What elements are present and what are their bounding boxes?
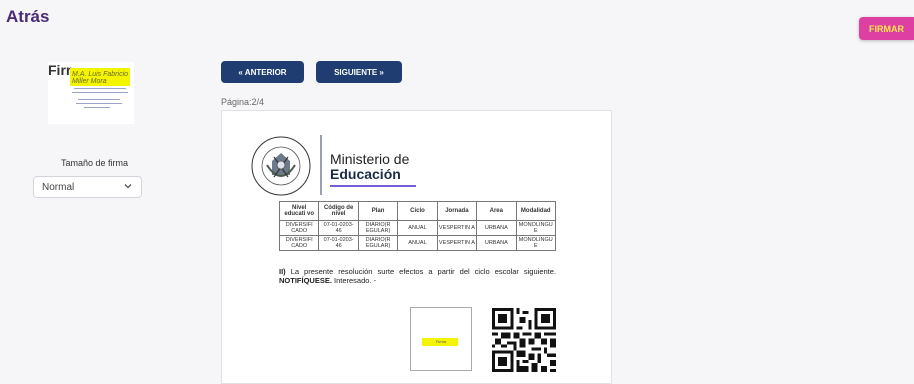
signature-size-select[interactable]: Normal <box>33 176 142 198</box>
document-preview: Ministerio de Educación Nivel educati vo… <box>221 110 612 384</box>
ministry-accent-line <box>330 185 416 187</box>
signature-box-label: Firma <box>435 339 447 344</box>
signature-handwriting: M.A. Luis Fabricio Miller Mora <box>72 71 129 85</box>
table-cell: 07-01-0203- 46 <box>318 220 359 236</box>
table-cell: ANUAL <box>397 235 438 251</box>
table-header: Nivel educati vo <box>278 201 320 221</box>
table-header: Modalidad <box>515 201 557 221</box>
sign-button[interactable]: FIRMAR <box>859 17 914 40</box>
chevron-down-icon <box>123 181 133 193</box>
table-header: Ciclo <box>397 201 438 221</box>
table-row: DIVERSIFI CADO 07-01-0203- 46 DIARIO(R E… <box>278 235 557 251</box>
table-cell: VESPERTIN A <box>436 220 478 236</box>
table-cell: VESPERTIN A <box>436 235 478 251</box>
resolution-paragraph: II) La presente resolución surte efectos… <box>279 267 556 285</box>
ministry-name-bold: Educación <box>330 166 401 182</box>
signature-preview-label: Firr <box>48 62 72 78</box>
table-cell: MONOLINGU E <box>515 220 557 236</box>
paragraph-emphasis: NOTIFÍQUESE. <box>279 276 332 285</box>
header-divider <box>320 135 322 195</box>
ministry-name: Ministerio de <box>330 151 410 167</box>
signature-detail-line <box>74 88 126 89</box>
signature-detail-line <box>78 99 120 100</box>
table-header: Area <box>476 201 517 221</box>
table-header: Jornada <box>436 201 478 221</box>
signature-detail-line <box>76 103 122 104</box>
qr-code <box>492 308 556 372</box>
signature-detail-line <box>84 107 110 108</box>
table-cell: DIARIO(R EGULAR) <box>357 235 399 251</box>
signature-detail-line <box>72 92 128 93</box>
table-cell: 07-01-0203- 46 <box>318 235 359 251</box>
next-page-button[interactable]: SIGUIENTE » <box>316 61 402 83</box>
table-cell: URBANA <box>476 220 517 236</box>
table-header: Código de nivel <box>318 201 359 221</box>
signature-size-value: Normal <box>42 181 75 193</box>
table-row: DIVERSIFI CADO 07-01-0203- 46 DIARIO(R E… <box>278 220 557 236</box>
table-cell: ANUAL <box>397 220 438 236</box>
table-header: Plan <box>357 201 399 221</box>
table-header-row: Nivel educati vo Código de nivel Plan Ci… <box>278 201 557 221</box>
document-table: Nivel educati vo Código de nivel Plan Ci… <box>278 201 557 251</box>
table-cell: DIVERSIFI CADO <box>278 235 320 251</box>
back-link[interactable]: Atrás <box>6 7 49 27</box>
signature-preview: Firr M.A. Luis Fabricio Miller Mora <box>48 62 134 124</box>
table-cell: DIARIO(R EGULAR) <box>357 220 399 236</box>
page-indicator: Página:2/4 <box>221 97 265 107</box>
signature-size-label: Tamaño de firma <box>61 158 129 168</box>
paragraph-suffix: Interesado. - <box>331 276 377 285</box>
previous-page-button[interactable]: « ANTERIOR <box>221 61 304 83</box>
signature-placement-box[interactable]: Firma <box>410 307 472 371</box>
table-cell: URBANA <box>476 235 517 251</box>
coat-of-arms-seal <box>251 136 311 196</box>
table-cell: DIVERSIFI CADO <box>278 220 320 236</box>
paragraph-text: La presente resolución surte efectos a p… <box>285 267 556 276</box>
paragraph-numeral: II) <box>279 267 286 276</box>
table-cell: MONOLINGU E <box>515 235 557 251</box>
